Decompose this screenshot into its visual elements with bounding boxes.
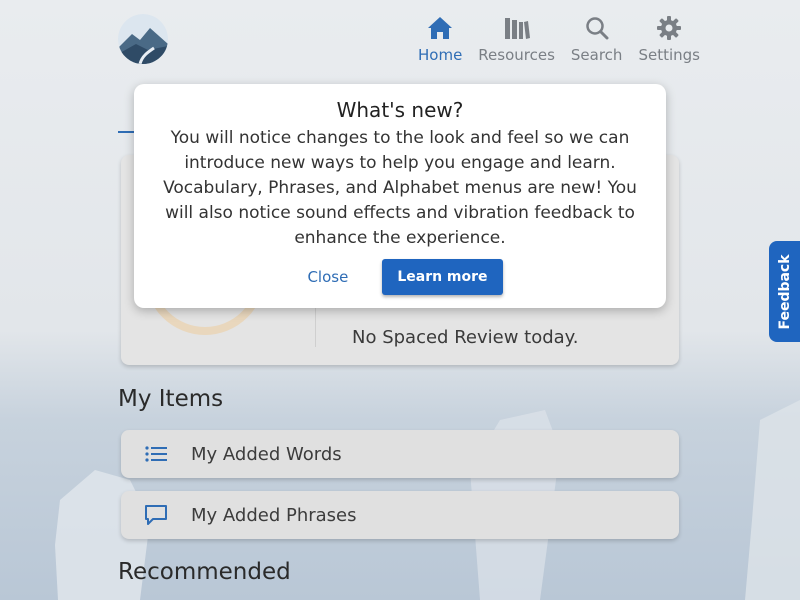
feedback-label: Feedback: [776, 253, 793, 330]
dialog-body: You will notice changes to the look and …: [148, 126, 652, 251]
dialog-body-line: enhance the experience.: [294, 228, 506, 248]
feedback-tab[interactable]: Feedback: [769, 241, 800, 342]
whats-new-dialog: What's new? You will notice changes to t…: [134, 84, 666, 308]
dialog-body-line: will also notice sound effects and vibra…: [165, 203, 635, 223]
close-button[interactable]: Close: [297, 260, 358, 294]
dialog-body-line: Vocabulary, Phrases, and Alphabet menus …: [163, 178, 637, 198]
dialog-title: What's new?: [336, 98, 464, 122]
dialog-actions: Close Learn more: [134, 259, 666, 295]
dialog-body-line: You will notice changes to the look and …: [170, 128, 630, 148]
dialog-body-line: introduce new ways to help you engage an…: [184, 153, 616, 173]
learn-more-button[interactable]: Learn more: [382, 259, 503, 295]
